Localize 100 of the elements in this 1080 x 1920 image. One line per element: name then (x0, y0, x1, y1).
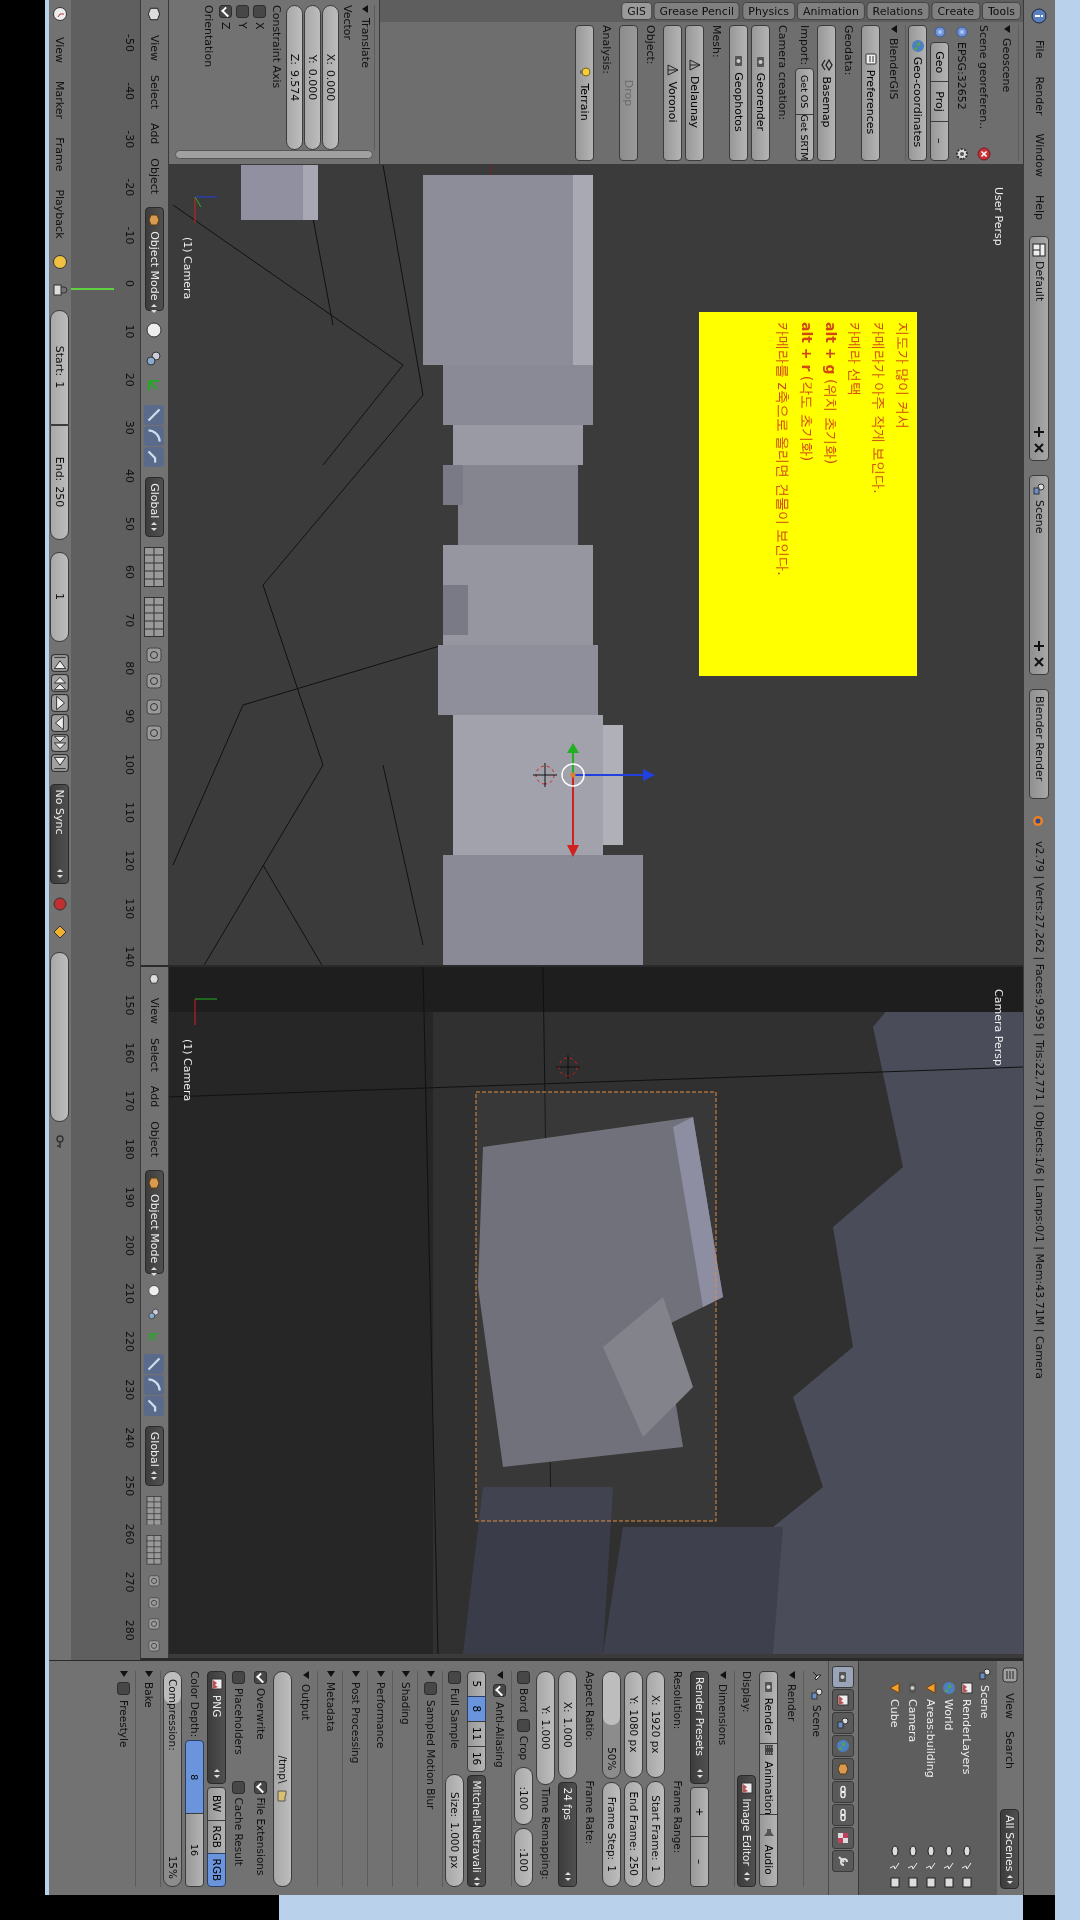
triangle-icon[interactable] (352, 1671, 360, 1677)
orientation-dropdown[interactable]: Global (145, 1425, 164, 1486)
properties-tab[interactable] (832, 1850, 855, 1872)
tab[interactable]: Relations (866, 2, 930, 20)
number-field[interactable]: Y: 1.000 (536, 1671, 556, 1785)
tab[interactable]: Animation (796, 2, 865, 20)
segment-button[interactable]: 8 (467, 1695, 487, 1722)
tool-button[interactable]: Voronoi (663, 25, 683, 161)
checkbox[interactable] (253, 5, 267, 18)
screen-layout-selector[interactable]: Default (1029, 236, 1050, 462)
visibility-toggles-icon[interactable] (943, 1845, 955, 1889)
number-field[interactable]: :100 (514, 1766, 534, 1826)
panel-title[interactable]: Dimensions (717, 1684, 729, 1746)
menu-item[interactable]: Marker (53, 78, 67, 123)
menu-item[interactable]: Render (1033, 74, 1046, 118)
visibility-toggles-icon[interactable] (925, 1845, 937, 1889)
transform-tool-icon[interactable] (144, 426, 165, 447)
layer-grid-icon[interactable] (144, 547, 165, 588)
triangle-icon[interactable] (362, 5, 369, 13)
segment-button[interactable]: Get SRTM (795, 114, 815, 161)
menu-item[interactable]: Select (148, 72, 161, 113)
number-field[interactable]: X: 1920 px (646, 1671, 666, 1778)
checkbox[interactable] (517, 1671, 531, 1684)
pin-icon[interactable] (810, 1669, 824, 1683)
playback-button-icon[interactable] (50, 713, 69, 732)
tab[interactable]: GIS (620, 2, 652, 20)
menu-item[interactable]: File (1033, 38, 1046, 61)
segment-button[interactable]: Geo (930, 42, 950, 83)
segment-button[interactable]: Render (759, 1671, 779, 1744)
triangle-icon[interactable] (145, 1671, 153, 1677)
dropdown[interactable]: Image Editor (737, 1774, 757, 1887)
panel-title[interactable]: Anti-Aliasing (494, 1702, 506, 1768)
checkbox[interactable] (448, 1671, 462, 1684)
checkbox[interactable] (517, 1718, 531, 1732)
properties-tab[interactable] (832, 1712, 855, 1734)
checkbox[interactable] (254, 1780, 268, 1794)
menu-item[interactable]: Playback (53, 186, 67, 242)
visibility-toggles-icon[interactable] (961, 1845, 973, 1889)
snapping-icon[interactable] (146, 1618, 163, 1631)
dropdown[interactable]: 24 fps (558, 1781, 578, 1887)
menu-item[interactable]: Object (148, 155, 161, 198)
menu-item[interactable]: Add (148, 1082, 161, 1111)
panel-title[interactable]: Translate (359, 18, 372, 68)
number-field[interactable]: X: 0.000 (322, 5, 339, 150)
triangle-icon[interactable] (327, 1671, 335, 1677)
mode-dropdown[interactable]: Object Mode (145, 1169, 164, 1274)
snapping-icon[interactable] (146, 1574, 163, 1587)
menu-item[interactable]: View (1003, 1691, 1017, 1722)
snapping-icon[interactable] (146, 673, 163, 690)
outliner-item[interactable]: Camera (906, 1699, 920, 1841)
keyframe-icon[interactable] (51, 253, 68, 270)
properties-tab[interactable] (832, 1827, 855, 1849)
snapping-icon[interactable] (146, 1596, 163, 1609)
layer-grid-icon[interactable] (144, 597, 165, 638)
list-icon[interactable] (1002, 1667, 1018, 1683)
segment-button[interactable]: RGB (207, 1819, 227, 1854)
end-frame-field[interactable]: End: 250 (50, 424, 70, 540)
number-field[interactable]: End Frame: 250 (624, 1780, 644, 1887)
transform-tool-icon[interactable] (144, 447, 165, 468)
plus-icon[interactable] (1033, 426, 1046, 439)
checkbox[interactable] (117, 1682, 131, 1695)
panel-title[interactable]: Geoscene (1000, 38, 1014, 93)
properties-tab[interactable] (832, 1758, 855, 1780)
triangle-icon[interactable] (303, 1671, 309, 1679)
checkbox[interactable] (232, 1671, 246, 1684)
tool-button[interactable]: Geo-coordinates (908, 25, 928, 161)
menu-item[interactable]: Frame (53, 134, 67, 175)
slider[interactable]: Compression: 15% (163, 1671, 183, 1887)
panel-title[interactable]: Render (786, 1684, 798, 1722)
tool-button[interactable]: Delaunay (685, 25, 705, 161)
triangle-icon[interactable] (402, 1671, 410, 1677)
properties-tab[interactable] (832, 1666, 855, 1688)
number-field[interactable]: Y: 0.000 (304, 5, 321, 150)
visibility-toggles-icon[interactable] (907, 1845, 919, 1889)
number-field[interactable]: Start Frame: 1 (646, 1780, 666, 1887)
properties-tab[interactable] (832, 1804, 855, 1826)
checkbox[interactable] (493, 1684, 507, 1697)
segment-button[interactable]: Animation (759, 1742, 779, 1816)
tab[interactable]: Grease Pencil (653, 2, 741, 20)
cube-icon[interactable] (146, 6, 163, 22)
segment-button[interactable]: Get OS (795, 68, 815, 116)
segment-button[interactable]: RGB (207, 1852, 227, 1887)
outliner-item[interactable]: Scene (978, 1685, 992, 1889)
outliner-item[interactable]: RenderLayers (960, 1699, 974, 1841)
checkbox[interactable] (219, 5, 233, 18)
pivot-icon[interactable] (145, 349, 164, 368)
close-icon[interactable] (1033, 656, 1046, 669)
menu-item[interactable]: Object (148, 1118, 161, 1160)
triangle-icon[interactable] (720, 1671, 726, 1679)
scene-selector[interactable]: Scene (1029, 475, 1050, 676)
playback-button-icon[interactable] (50, 673, 69, 692)
segment-button[interactable]: 5 (467, 1671, 487, 1697)
outliner-item[interactable]: Areas:building (924, 1699, 938, 1841)
triangle-icon[interactable] (891, 25, 897, 33)
segment-button[interactable]: 11 (467, 1720, 487, 1747)
menu-item[interactable]: View (148, 994, 161, 1027)
properties-tab[interactable] (832, 1689, 855, 1711)
tool-button[interactable]: Basemap (817, 25, 837, 161)
panel-title[interactable]: Post Processing (350, 1682, 362, 1764)
lock-icon[interactable] (51, 281, 68, 298)
